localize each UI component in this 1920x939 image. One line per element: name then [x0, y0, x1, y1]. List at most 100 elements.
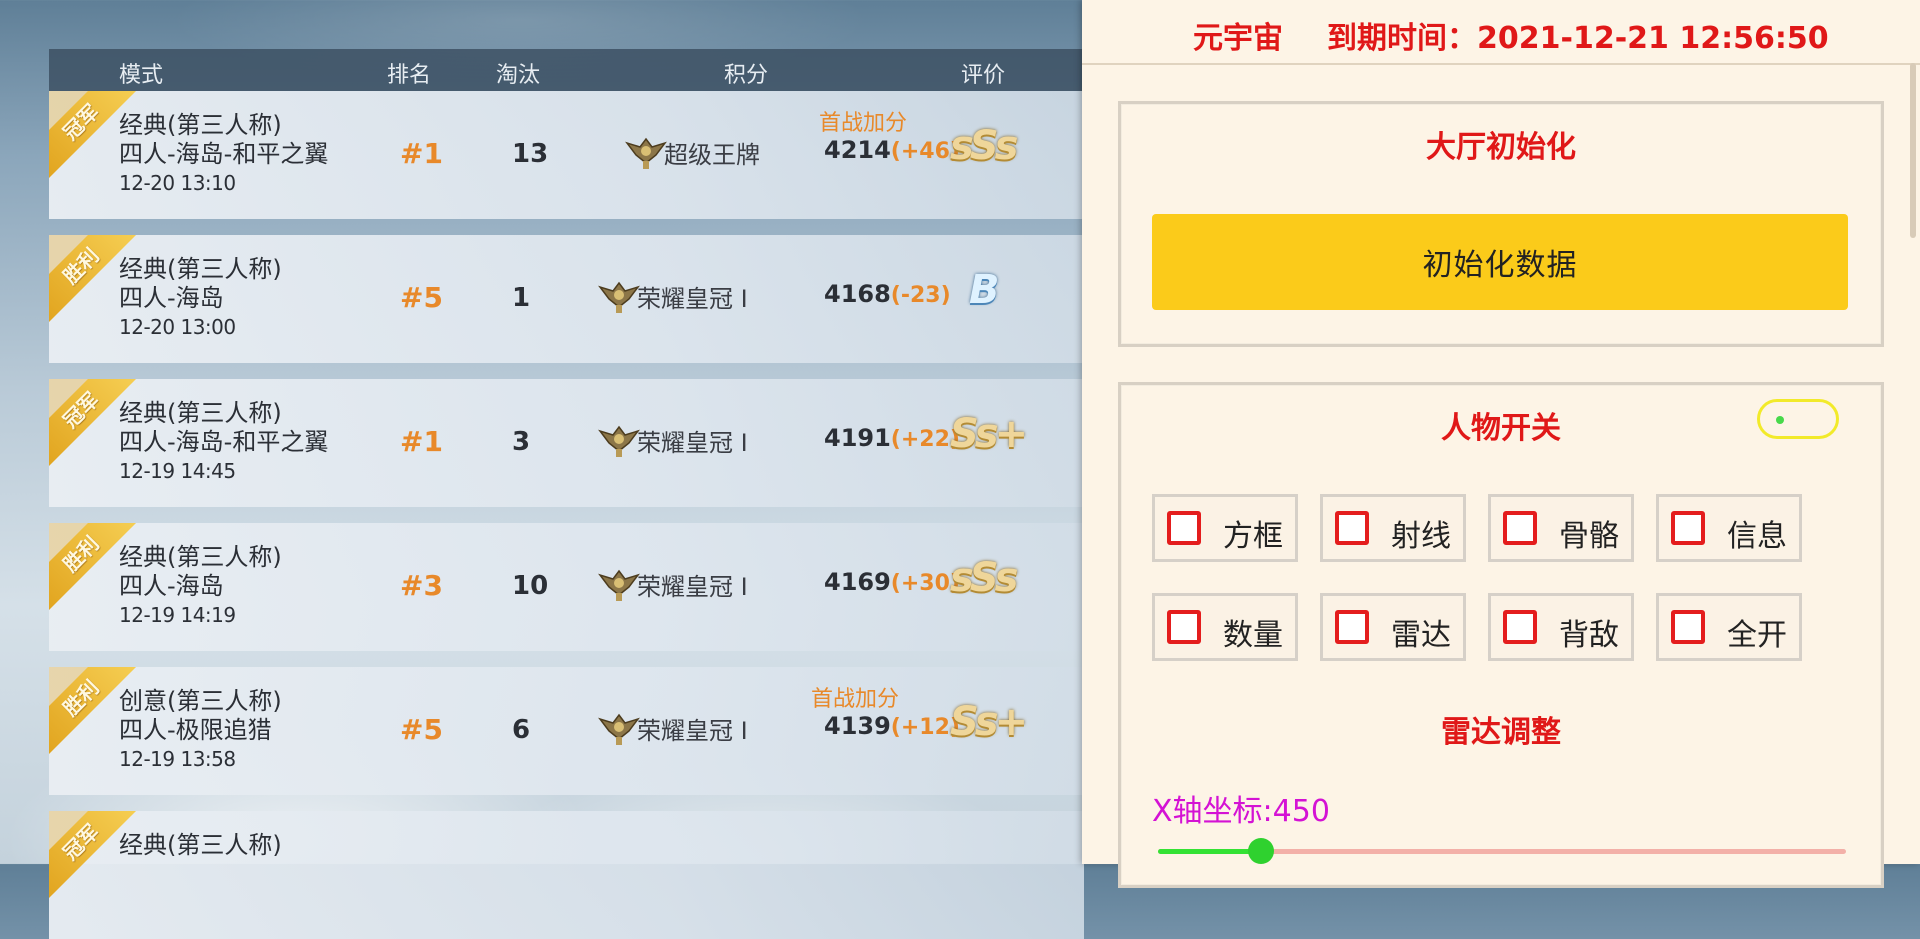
table-row[interactable]: 胜利 经典(第三人称) 四人-海岛 12-20 13:00 #5 1 荣耀皇冠 …: [49, 235, 1084, 363]
match-time: 12-19 13:58: [119, 747, 236, 771]
checkbox-label: 全开: [1727, 618, 1787, 653]
table-row[interactable]: 冠军 经典(第三人称) 四人-海岛-和平之翼 12-19 14:45 #1 3 …: [49, 379, 1084, 507]
checkbox-label: 背敌: [1559, 618, 1619, 653]
rank-tier: 荣耀皇冠 I: [637, 717, 748, 745]
match-mode: 经典(第三人称) 四人-海岛 12-19 14:19: [119, 543, 282, 630]
radar-x-slider[interactable]: [1158, 838, 1846, 864]
match-score: 4168(-23): [824, 280, 951, 308]
checkbox-icon[interactable]: [1335, 511, 1369, 545]
checkbox-icon[interactable]: [1671, 511, 1705, 545]
mode-type: 经典(第三人称): [119, 543, 282, 571]
match-mode: 经典(第三人称) 四人-海岛 12-20 13:00: [119, 255, 282, 342]
match-history-table: 模式 排名 淘汰 积分 评价 冠军 经典(第三人称) 四人-海岛-和平之翼 12…: [49, 49, 1084, 939]
header-mode: 模式: [119, 63, 164, 88]
score-value: 4168: [824, 280, 891, 308]
radar-adjust-title: 雷达调整: [1441, 715, 1561, 750]
header-score: 积分: [724, 63, 769, 88]
mode-map: 四人-海岛-和平之翼: [119, 428, 329, 456]
table-header: 模式 排名 淘汰 积分 评价: [49, 49, 1084, 91]
match-time: 12-19 14:19: [119, 603, 236, 627]
match-score: 4139(+12): [824, 712, 960, 740]
score-value: 4169: [824, 568, 891, 596]
match-rank: #3: [400, 569, 443, 602]
match-rank: #1: [400, 425, 443, 458]
option-checkbox[interactable]: 全开: [1656, 593, 1802, 661]
mode-map: 四人-海岛: [119, 284, 224, 312]
checkbox-label: 骨骼: [1559, 519, 1619, 554]
match-time: 12-19 14:45: [119, 459, 236, 483]
checkbox-icon[interactable]: [1167, 511, 1201, 545]
mode-map: 四人-海岛: [119, 572, 224, 600]
match-rank: #5: [400, 713, 443, 746]
match-kills: 10: [512, 571, 549, 601]
player-master-toggle[interactable]: [1757, 399, 1839, 439]
rank-tier: 荣耀皇冠 I: [637, 573, 748, 601]
option-checkbox[interactable]: 方框: [1152, 494, 1298, 562]
mode-type: 经典(第三人称): [119, 255, 282, 283]
table-row[interactable]: 冠军 经典(第三人称): [49, 811, 1084, 939]
checkbox-icon[interactable]: [1671, 610, 1705, 644]
mode-map: 四人-海岛-和平之翼: [119, 140, 329, 168]
winged-emblem-icon: [598, 713, 640, 745]
checkbox-label: 雷达: [1391, 618, 1451, 653]
checkbox-label: 数量: [1223, 618, 1283, 653]
score-value: 4191: [824, 424, 891, 452]
mode-type: 经典(第三人称): [119, 111, 282, 139]
match-rank: #5: [400, 281, 443, 314]
winged-emblem-icon: [598, 425, 640, 457]
checkbox-icon[interactable]: [1503, 511, 1537, 545]
slider-thumb[interactable]: [1248, 838, 1275, 864]
rank-tier: 超级王牌: [664, 141, 760, 169]
rating-grade: sSs: [950, 123, 1018, 169]
lobby-init-card: 大厅初始化 初始化数据: [1118, 101, 1884, 347]
option-checkbox[interactable]: 信息: [1656, 494, 1802, 562]
header-rank: 排名: [387, 63, 432, 88]
init-data-button[interactable]: 初始化数据: [1152, 214, 1848, 310]
score-value: 4139: [824, 712, 891, 740]
winged-emblem-icon: [598, 569, 640, 601]
match-kills: 6: [512, 715, 531, 745]
option-checkbox[interactable]: 雷达: [1320, 593, 1466, 661]
rating-grade: B: [969, 267, 999, 313]
panel-scrollbar[interactable]: [1910, 63, 1916, 238]
first-match-bonus: 首战加分: [811, 687, 900, 712]
option-checkbox[interactable]: 骨骼: [1488, 494, 1634, 562]
slider-fill: [1158, 849, 1262, 854]
option-checkbox[interactable]: 射线: [1320, 494, 1466, 562]
table-row[interactable]: 胜利 创意(第三人称) 四人-极限追猎 12-19 13:58 #5 6 首战加…: [49, 667, 1084, 795]
control-panel: 元宇宙 到期时间：2021-12-21 12:56:50 大厅初始化 初始化数据…: [1082, 0, 1920, 888]
match-mode: 经典(第三人称): [119, 831, 282, 860]
match-score: 4214(+46): [824, 136, 960, 164]
match-kills: 3: [512, 427, 531, 457]
checkbox-icon[interactable]: [1167, 610, 1201, 644]
match-kills: 1: [512, 283, 531, 313]
checkbox-label: 射线: [1391, 519, 1451, 554]
checkbox-icon[interactable]: [1335, 610, 1369, 644]
rank-tier: 荣耀皇冠 I: [637, 429, 748, 457]
radar-x-label: X轴坐标:450: [1152, 794, 1330, 829]
option-checkbox[interactable]: 数量: [1152, 593, 1298, 661]
rating-grade: sSs: [950, 555, 1018, 601]
header-kills: 淘汰: [496, 63, 541, 88]
match-kills: 13: [512, 139, 549, 169]
match-mode: 经典(第三人称) 四人-海岛-和平之翼 12-19 14:45: [119, 399, 328, 486]
panel-header: 元宇宙 到期时间：2021-12-21 12:56:50: [1082, 0, 1920, 65]
table-row[interactable]: 冠军 经典(第三人称) 四人-海岛-和平之翼 12-20 13:10 #1 13…: [49, 91, 1084, 219]
mode-type: 经典(第三人称): [119, 831, 282, 859]
match-time: 12-20 13:10: [119, 171, 236, 195]
checkbox-label: 信息: [1727, 519, 1787, 554]
table-row[interactable]: 胜利 经典(第三人称) 四人-海岛 12-19 14:19 #3 10 荣耀皇冠…: [49, 523, 1084, 651]
winged-emblem-icon: [598, 281, 640, 313]
score-value: 4214: [824, 136, 891, 164]
match-score: 4191(+22): [824, 424, 960, 452]
rank-tier: 荣耀皇冠 I: [637, 285, 748, 313]
option-checkbox[interactable]: 背敌: [1488, 593, 1634, 661]
expiry-time: 到期时间：2021-12-21 12:56:50: [1327, 21, 1829, 56]
match-mode: 经典(第三人称) 四人-海岛-和平之翼 12-20 13:10: [119, 111, 328, 198]
header-rating: 评价: [961, 63, 1006, 88]
checkbox-label: 方框: [1223, 519, 1283, 554]
mode-map: 四人-极限追猎: [119, 716, 272, 744]
checkbox-icon[interactable]: [1503, 610, 1537, 644]
match-time: 12-20 13:00: [119, 315, 236, 339]
score-delta: (-23): [890, 283, 951, 308]
